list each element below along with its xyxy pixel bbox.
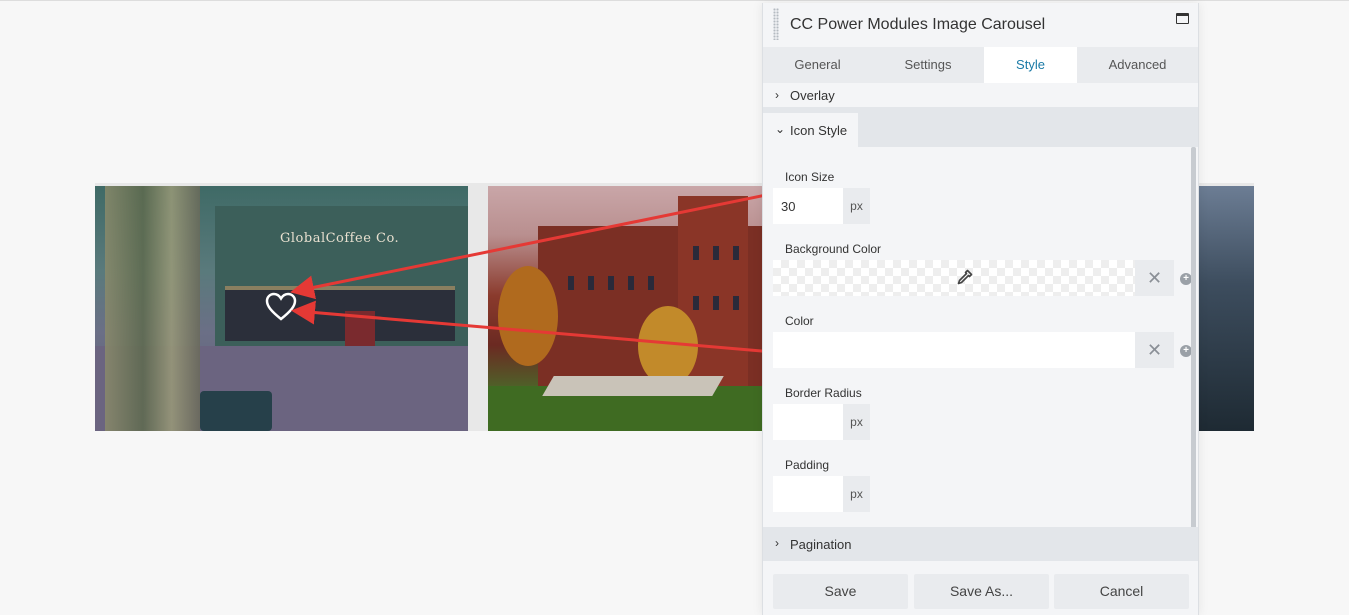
carousel-slide-brick-building[interactable] [488, 186, 788, 431]
carousel-slide-coffee-shop[interactable]: GlobalCoffee Co. [95, 186, 468, 431]
cornstalk-decoration [105, 186, 200, 431]
color-label: Color [785, 314, 814, 328]
save-button[interactable]: Save [773, 574, 908, 609]
store-sign: GlobalCoffee Co. [280, 231, 400, 246]
building-window [693, 246, 699, 260]
heart-icon[interactable] [265, 292, 297, 322]
carousel-slide-river[interactable] [1195, 186, 1254, 431]
section-overlay[interactable]: › Overlay [763, 83, 1198, 109]
section-overlay-label: Overlay [790, 88, 835, 103]
panel-tabs: General Settings Style Advanced [763, 47, 1198, 83]
autumn-tree [498, 266, 558, 366]
building-window [733, 246, 739, 260]
icon-size-input[interactable] [773, 188, 843, 224]
top-rule [0, 0, 1349, 1]
building-window [713, 296, 719, 310]
tab-style[interactable]: Style [984, 47, 1077, 83]
section-pagination[interactable]: › Pagination [763, 527, 1198, 561]
icon-size-unit: px [843, 188, 870, 224]
eyedropper-icon [957, 269, 973, 285]
icon-style-fields: Icon Size px Background Color ✕ + Color … [763, 147, 1192, 527]
tab-settings[interactable]: Settings [872, 47, 984, 83]
building-window [733, 296, 739, 310]
module-settings-panel: CC Power Modules Image Carousel General … [762, 3, 1199, 615]
maximize-icon[interactable] [1176, 13, 1189, 24]
building-window [588, 276, 594, 290]
section-icon-style-tab[interactable]: ⌄ Icon Style [763, 113, 858, 147]
icon-size-label: Icon Size [785, 170, 835, 184]
building-window [693, 296, 699, 310]
color-picker[interactable] [773, 332, 1135, 368]
color-clear-button[interactable]: ✕ [1135, 332, 1174, 368]
section-icon-style-label: Icon Style [790, 123, 848, 138]
building-window [713, 246, 719, 260]
panel-footer: Save Save As... Cancel [763, 561, 1198, 615]
chevron-right-icon: › [775, 88, 779, 102]
store-windows [225, 286, 455, 341]
background-color-clear-button[interactable]: ✕ [1135, 260, 1174, 296]
section-pagination-label: Pagination [790, 537, 852, 552]
save-as-button[interactable]: Save As... [914, 574, 1049, 609]
border-radius-input[interactable] [773, 404, 843, 440]
background-color-label: Background Color [785, 242, 882, 256]
walkway [542, 376, 724, 396]
chevron-down-icon: ⌄ [775, 122, 786, 136]
cancel-button[interactable]: Cancel [1054, 574, 1189, 609]
panel-title: CC Power Modules Image Carousel [790, 16, 1046, 33]
panel-scrollbar[interactable] [1191, 147, 1196, 561]
building-window [608, 276, 614, 290]
padding-unit: px [843, 476, 870, 512]
building-window [568, 276, 574, 290]
padding-input[interactable] [773, 476, 843, 512]
drag-handle-icon[interactable] [773, 8, 779, 40]
panel-header: CC Power Modules Image Carousel [763, 3, 1198, 47]
background-color-picker[interactable] [773, 260, 1135, 296]
chevron-right-icon: › [775, 536, 779, 550]
tab-general[interactable]: General [763, 47, 872, 83]
tab-advanced[interactable]: Advanced [1077, 47, 1198, 83]
border-radius-unit: px [843, 404, 870, 440]
section-icon-style[interactable]: ⌄ Icon Style [763, 113, 1198, 147]
border-radius-label: Border Radius [785, 386, 862, 400]
padding-label: Padding [785, 458, 830, 472]
planter [200, 391, 272, 431]
autumn-tree [638, 306, 698, 386]
building-window [648, 276, 654, 290]
building-window [628, 276, 634, 290]
